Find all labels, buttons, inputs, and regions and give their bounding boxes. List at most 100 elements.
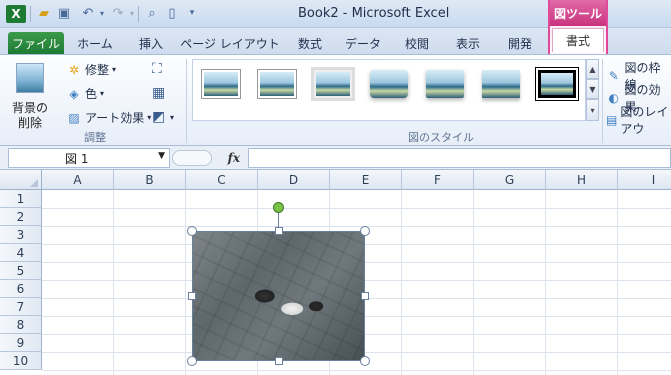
print-preview-icon[interactable]: ⌕ (144, 5, 160, 21)
row-header[interactable]: 4 (0, 244, 42, 262)
layout-icon: ▤ (606, 113, 618, 127)
row-header[interactable]: 10 (0, 352, 42, 370)
tab-page-layout[interactable]: ページ レイアウト (180, 32, 280, 54)
row-header[interactable]: 5 (0, 262, 42, 280)
tab-view[interactable]: 表示 (446, 32, 490, 54)
gridline (113, 190, 114, 375)
formula-bar-grip (172, 150, 212, 166)
color-label: 色 (85, 87, 98, 101)
picture-style-2[interactable] (253, 65, 301, 103)
picture-tools-label: 図ツール (550, 0, 606, 26)
artistic-effects-button[interactable]: ▨ アート効果 ▾ (66, 109, 151, 126)
column-header[interactable]: D (258, 170, 330, 190)
resize-handle-right[interactable] (361, 292, 369, 300)
resize-handle-bottom-left[interactable] (187, 356, 197, 366)
resize-handle-top-right[interactable] (360, 226, 370, 236)
insert-function-button[interactable]: fx (172, 148, 246, 168)
chevron-down-icon[interactable]: ▼ (158, 151, 165, 161)
row-header[interactable]: 7 (0, 298, 42, 316)
tab-review[interactable]: 校閲 (396, 32, 438, 54)
resize-handle-top-left[interactable] (187, 226, 197, 236)
picture-style-7[interactable] (533, 65, 581, 103)
gridline (185, 190, 186, 375)
picture-layout-button[interactable]: ▤ 図のレイアウ (606, 103, 671, 137)
separator (30, 6, 31, 22)
resize-handle-bottom-right[interactable] (360, 356, 370, 366)
artistic-effects-label: アート効果 (85, 111, 145, 125)
ribbon: 背景の 削除 ✲ 修整 ▾ ◈ 色 ▾ ▨ アート効果 ▾ ⛶ ▦ ◩ ▾ 調整… (0, 54, 671, 146)
remove-background-button[interactable]: 背景の 削除 (6, 59, 54, 130)
sun-icon: ✲ (68, 62, 80, 77)
column-header[interactable]: G (474, 170, 546, 190)
style-thumbnail (314, 70, 352, 98)
adjust-group-label: 調整 (84, 131, 106, 144)
picture-style-1[interactable] (197, 65, 245, 103)
cat-picture[interactable] (192, 231, 365, 361)
formula-input[interactable] (248, 148, 671, 168)
remove-background-icon (16, 63, 44, 93)
gridline (42, 226, 671, 227)
fx-icon: fx (227, 151, 240, 165)
open-folder-icon[interactable]: ▰ (36, 5, 52, 21)
name-box-value: 図 1 (65, 151, 89, 166)
gallery-more[interactable]: ▾ (586, 99, 599, 121)
picture-style-6[interactable] (477, 65, 525, 103)
column-header[interactable]: C (186, 170, 258, 190)
reset-picture-icon[interactable]: ◩ (152, 109, 165, 125)
picture-style-3[interactable] (309, 65, 357, 103)
gridline (545, 190, 546, 375)
tab-formulas[interactable]: 数式 (288, 32, 332, 54)
picture-layout-label: 図のレイアウ (620, 105, 669, 136)
change-picture-icon[interactable]: ▦ (152, 85, 165, 101)
style-thumbnail (426, 70, 464, 98)
name-box[interactable]: 図 1 ▼ (8, 148, 170, 168)
column-headers: A B C D E F G H I (0, 170, 671, 190)
column-header[interactable]: H (546, 170, 618, 190)
gallery-scroll-down[interactable]: ▼ (586, 79, 599, 99)
corrections-label: 修整 (85, 63, 110, 77)
resize-handle-left[interactable] (188, 292, 196, 300)
rotate-handle[interactable] (273, 202, 284, 213)
resize-handle-top[interactable] (275, 227, 283, 235)
style-thumbnail (202, 70, 240, 98)
chevron-down-icon: ▾ (147, 113, 152, 122)
picture-style-4[interactable] (365, 65, 413, 103)
column-header[interactable]: A (42, 170, 114, 190)
picture-tools-context: 図ツール 書式 (548, 0, 608, 56)
reset-dropdown-icon[interactable]: ▾ (170, 113, 174, 122)
gridline (42, 370, 671, 371)
picture-style-5[interactable] (421, 65, 469, 103)
gridline (42, 208, 671, 209)
gallery-scroll-up[interactable]: ▲ (586, 59, 599, 79)
resize-handle-bottom[interactable] (275, 357, 283, 365)
undo-dropdown-icon[interactable]: ▾ (94, 5, 110, 21)
column-header[interactable]: I (618, 170, 671, 190)
tab-insert[interactable]: 挿入 (128, 32, 174, 54)
tab-format[interactable]: 書式 (552, 28, 604, 52)
separator (186, 59, 187, 143)
row-header[interactable]: 3 (0, 226, 42, 244)
row-header[interactable]: 6 (0, 280, 42, 298)
color-button[interactable]: ◈ 色 ▾ (66, 85, 104, 102)
row-header[interactable]: 8 (0, 316, 42, 334)
row-header[interactable]: 9 (0, 334, 42, 352)
tab-developer[interactable]: 開発 (498, 32, 542, 54)
column-header[interactable]: F (402, 170, 474, 190)
tab-home[interactable]: ホーム (70, 32, 120, 54)
compress-pictures-icon[interactable]: ⛶ (152, 61, 162, 77)
row-header[interactable]: 1 (0, 190, 42, 208)
select-all-button[interactable] (0, 170, 42, 190)
corrections-button[interactable]: ✲ 修整 ▾ (66, 61, 116, 78)
customize-toolbar-icon[interactable]: ▾ (184, 5, 200, 21)
save-icon[interactable]: ▣ (56, 5, 72, 21)
excel-logo-icon[interactable]: X (6, 5, 26, 23)
remove-background-label-2: 削除 (17, 116, 42, 130)
gridline (617, 190, 618, 375)
tab-data[interactable]: データ (340, 32, 386, 54)
new-document-icon[interactable]: ▯ (164, 5, 180, 21)
tab-file[interactable]: ファイル (8, 32, 64, 54)
column-header[interactable]: E (330, 170, 402, 190)
row-header[interactable]: 2 (0, 208, 42, 226)
style-thumbnail (370, 70, 408, 98)
column-header[interactable]: B (114, 170, 186, 190)
